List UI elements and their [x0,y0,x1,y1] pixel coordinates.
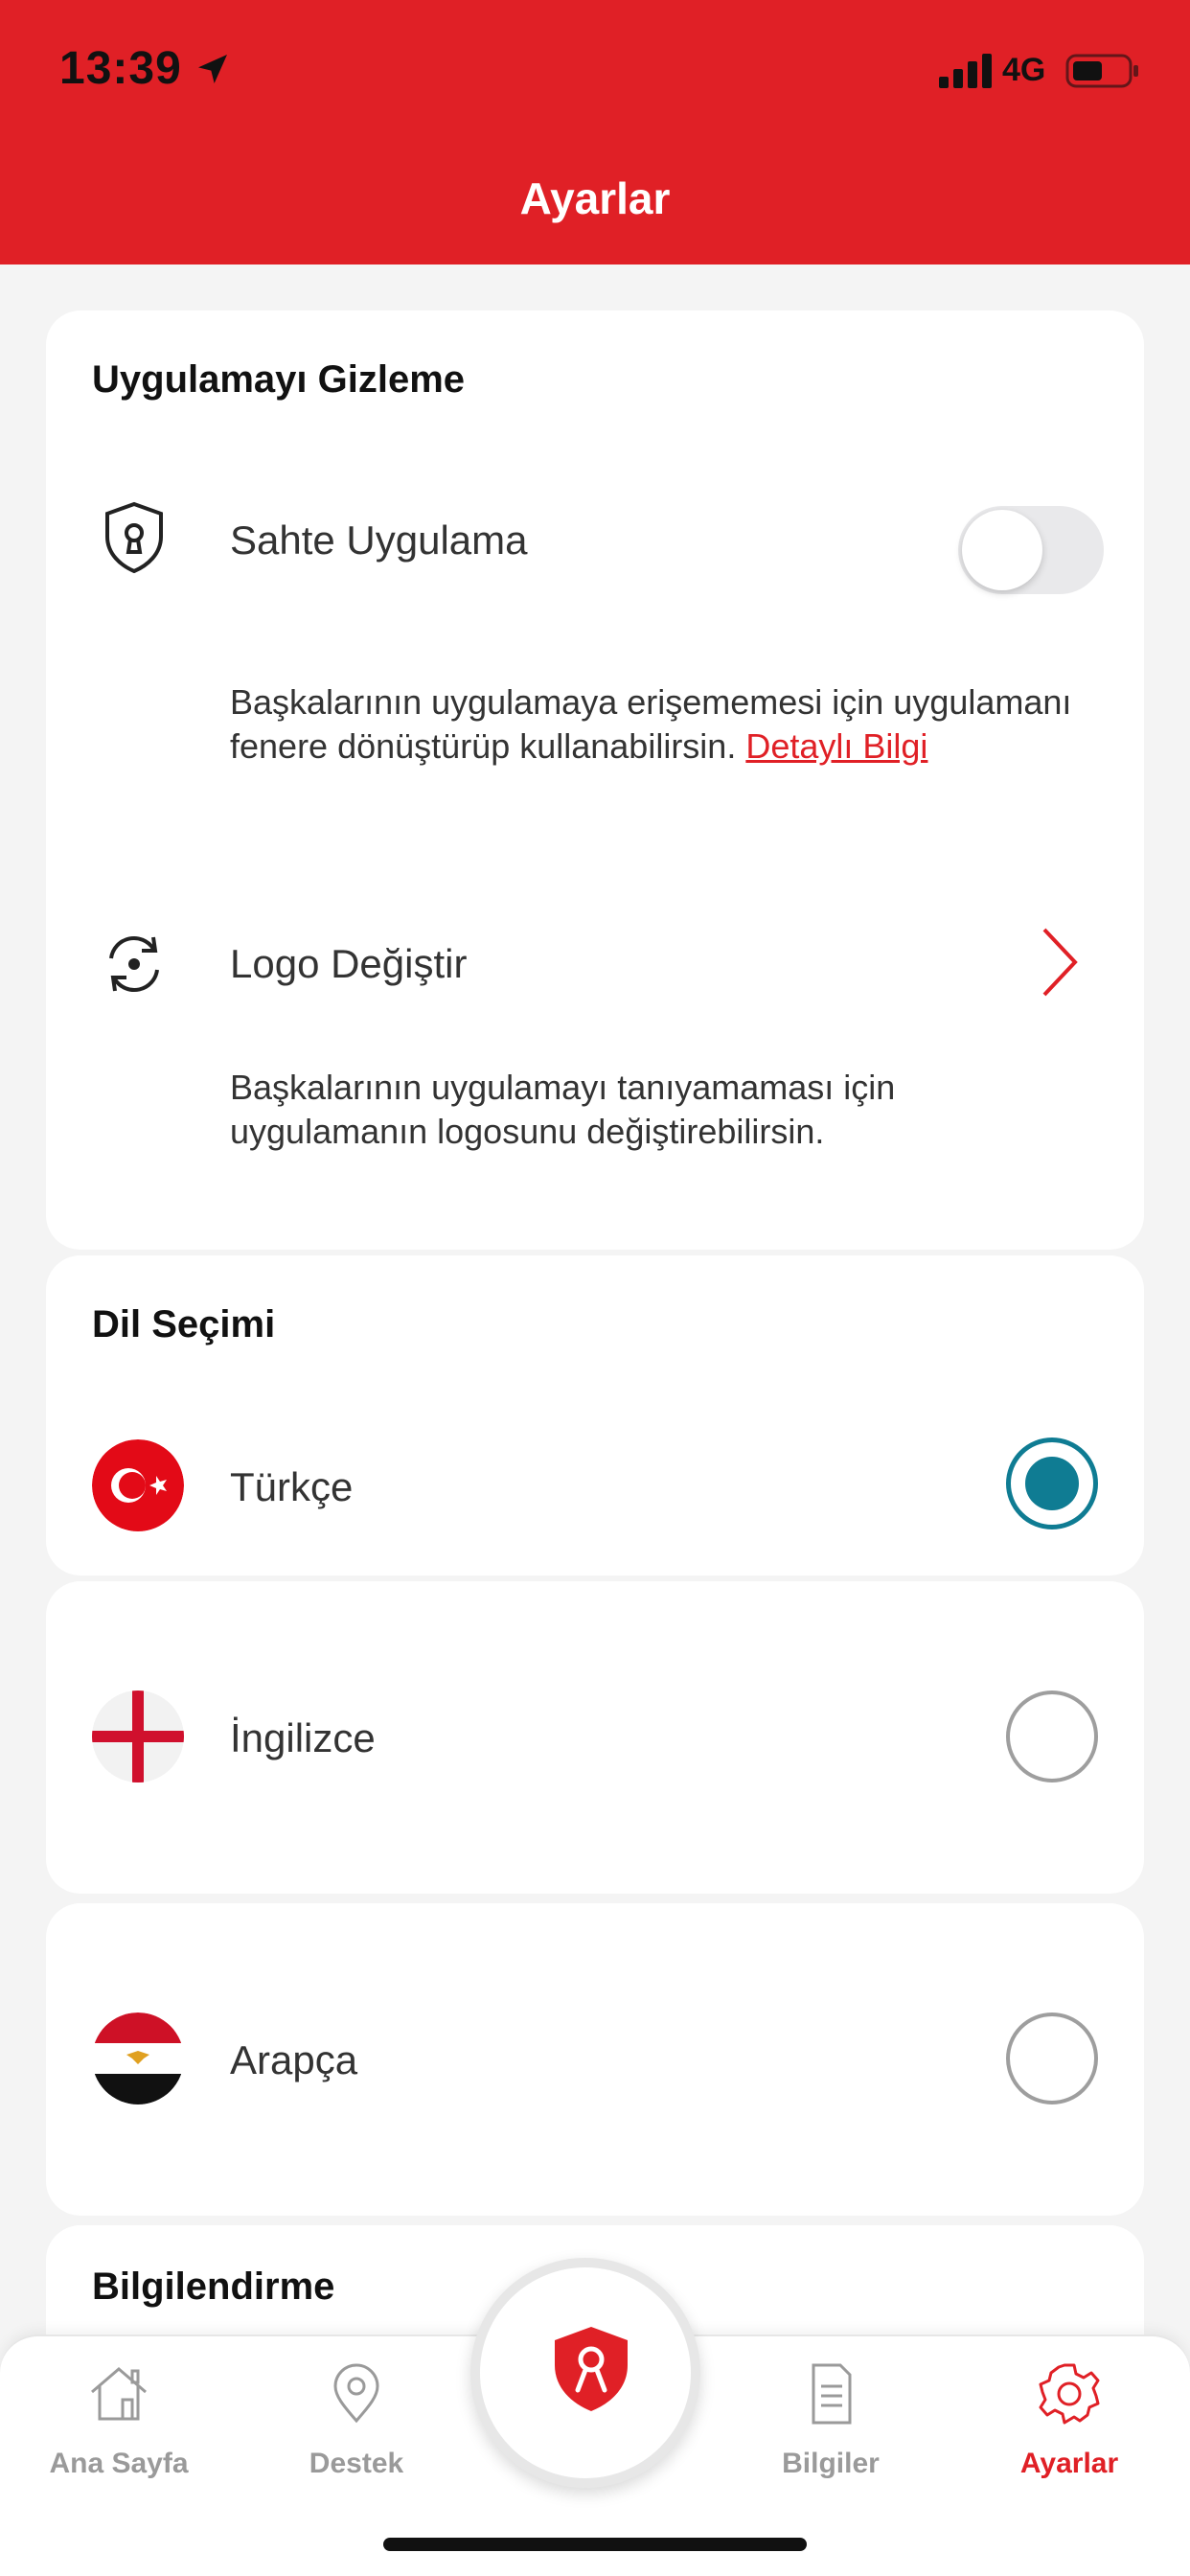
language-card: Dil Seçimi Türkçe [46,1255,1144,1576]
battery-icon [1065,54,1138,88]
shield-person-icon [555,2327,628,2411]
location-pin-icon [333,2363,379,2424]
change-logo-label[interactable]: Logo Değiştir [230,941,467,987]
change-logo-desc-line2: uygulamanın logosunu değiştirebilirsin. [230,1112,825,1151]
egypt-flag-icon [92,2012,184,2104]
document-icon [812,2363,852,2425]
tab-info[interactable]: Bilgiler [725,2359,936,2503]
app-header: 13:39 4G Ayarlar [0,0,1190,264]
radio-english[interactable] [1006,1690,1098,1782]
page-title: Ayarlar [519,173,671,223]
hide-app-card: Uygulamayı Gizleme Sahte Uygulama Başkal… [46,310,1144,1250]
language-label-turkish: Türkçe [230,1464,354,1509]
language-card-arabic: Arapça [46,1903,1144,2216]
fake-app-label: Sahte Uygulama [230,518,528,563]
emergency-button[interactable] [470,2258,700,2488]
network-type: 4G [1002,52,1046,88]
toggle-knob [962,510,1042,590]
radio-dot [1025,1457,1079,1510]
hide-app-title: Uygulamayı Gizleme [92,358,466,401]
tab-info-label: Bilgiler [782,2448,880,2479]
language-label-arabic: Arapça [230,2037,358,2082]
gear-icon [1039,2363,1100,2425]
language-option-turkish[interactable]: Türkçe [46,1428,1144,1543]
chevron-right-icon[interactable] [1035,924,1083,1000]
tab-support-label: Destek [309,2448,404,2479]
tab-home-label: Ana Sayfa [49,2448,189,2479]
details-link[interactable]: Detaylı Bilgi [745,726,927,766]
tab-support[interactable]: Destek [251,2359,462,2503]
language-card-english: İngilizce [46,1581,1144,1894]
home-indicator [383,2538,807,2551]
fake-app-toggle[interactable] [958,506,1104,594]
fake-app-desc-text: Başkalarının uygulamaya erişememesi için… [230,682,1072,766]
england-flag-icon [92,1690,184,1782]
tab-settings[interactable]: Ayarlar [964,2359,1175,2503]
turkey-flag-icon [92,1439,184,1531]
language-option-english[interactable]: İngilizce [46,1679,1144,1794]
fake-app-description: Başkalarının uygulamaya erişememesi için… [230,680,1111,769]
radio-arabic[interactable] [1006,2012,1098,2104]
language-title: Dil Seçimi [92,1303,276,1346]
language-label-english: İngilizce [230,1715,376,1760]
info-title: Bilgilendirme [92,2266,335,2308]
change-logo-desc-line1: Başkalarının uygulamayı tanıyamaması içi… [230,1068,896,1107]
home-icon [91,2367,147,2421]
shield-keyhole-icon [105,501,163,574]
tab-home[interactable]: Ana Sayfa [13,2359,224,2503]
radio-turkish[interactable] [1006,1438,1098,1530]
refresh-logo-icon [109,935,159,993]
tab-settings-label: Ayarlar [1019,2448,1119,2479]
signal-icon [939,54,992,88]
status-time: 13:39 [59,43,182,94]
change-logo-description: Başkalarının uygulamayı tanıyamaması içi… [230,1066,1111,1154]
location-arrow-icon [198,55,227,83]
language-option-arabic[interactable]: Arapça [46,2001,1144,2116]
